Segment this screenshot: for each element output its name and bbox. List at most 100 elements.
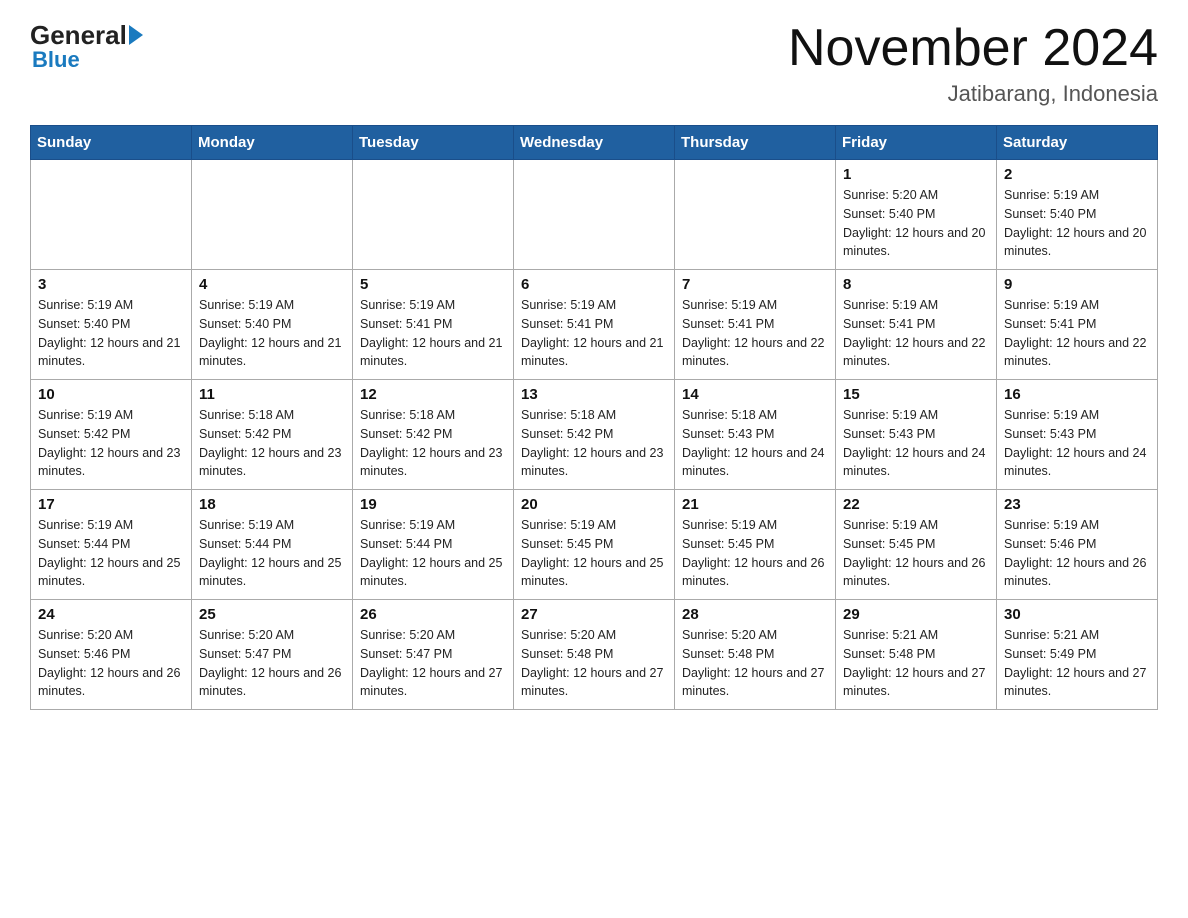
calendar-week-row: 24Sunrise: 5:20 AMSunset: 5:46 PMDayligh… <box>31 600 1158 710</box>
day-info: Sunrise: 5:19 AMSunset: 5:41 PMDaylight:… <box>360 296 506 371</box>
calendar-cell: 15Sunrise: 5:19 AMSunset: 5:43 PMDayligh… <box>836 380 997 490</box>
calendar-cell: 23Sunrise: 5:19 AMSunset: 5:46 PMDayligh… <box>997 490 1158 600</box>
calendar-cell: 17Sunrise: 5:19 AMSunset: 5:44 PMDayligh… <box>31 490 192 600</box>
day-number: 19 <box>360 496 506 513</box>
calendar-week-row: 17Sunrise: 5:19 AMSunset: 5:44 PMDayligh… <box>31 490 1158 600</box>
calendar-cell: 25 Sunrise: 5:20 AMSunset: 5:47 PMDayligh… <box>192 600 353 710</box>
calendar-week-row: 3Sunrise: 5:19 AMSunset: 5:40 PMDaylight… <box>31 270 1158 380</box>
logo-blue: Blue <box>32 47 80 73</box>
calendar-cell: 10 Sunrise: 5:19 AMSunset: 5:42 PMDayligh… <box>31 380 192 490</box>
calendar-week-row: 10 Sunrise: 5:19 AMSunset: 5:42 PMDayligh… <box>31 380 1158 490</box>
logo-arrow-icon <box>129 25 143 45</box>
calendar-subtitle: Jatibarang, Indonesia <box>788 81 1158 107</box>
day-info: Sunrise: 5:19 AMSunset: 5:40 PMDaylight:… <box>199 296 345 371</box>
day-info: Sunrise: 5:19 AMSunset: 5:44 PMDaylight:… <box>199 516 345 591</box>
title-area: November 2024 Jatibarang, Indonesia <box>788 20 1158 107</box>
day-info: Sunrise: 5:21 AMSunset: 5:49 PMDaylight:… <box>1004 626 1150 701</box>
calendar-cell: 19 Sunrise: 5:19 AMSunset: 5:44 PMDayligh… <box>353 490 514 600</box>
day-number: 5 <box>360 276 506 293</box>
day-info: Sunrise: 5:19 AMSunset: 5:40 PMDaylight:… <box>38 296 184 371</box>
calendar-cell: 21 Sunrise: 5:19 AMSunset: 5:45 PMDayligh… <box>675 490 836 600</box>
day-number: 14 <box>682 386 828 403</box>
calendar-cell: 12 Sunrise: 5:18 AMSunset: 5:42 PMDayligh… <box>353 380 514 490</box>
calendar-cell <box>514 160 675 270</box>
calendar-cell <box>31 160 192 270</box>
day-number: 26 <box>360 606 506 623</box>
day-number: 10 <box>38 386 184 403</box>
day-info: Sunrise: 5:20 AMSunset: 5:47 PMDaylight:… <box>199 626 345 701</box>
calendar-cell: 29 Sunrise: 5:21 AMSunset: 5:48 PMDayligh… <box>836 600 997 710</box>
calendar-cell: 6 Sunrise: 5:19 AMSunset: 5:41 PMDaylight… <box>514 270 675 380</box>
calendar-cell: 30 Sunrise: 5:21 AMSunset: 5:49 PMDayligh… <box>997 600 1158 710</box>
calendar-title: November 2024 <box>788 20 1158 77</box>
day-info: Sunrise: 5:18 AMSunset: 5:42 PMDaylight:… <box>199 406 345 481</box>
day-number: 11 <box>199 386 345 403</box>
day-info: Sunrise: 5:18 AMSunset: 5:43 PMDaylight:… <box>682 406 828 481</box>
day-number: 16 <box>1004 386 1150 403</box>
day-number: 30 <box>1004 606 1150 623</box>
day-header-friday: Friday <box>836 126 997 160</box>
day-info: Sunrise: 5:19 AMSunset: 5:41 PMDaylight:… <box>682 296 828 371</box>
day-number: 2 <box>1004 166 1150 183</box>
day-info: Sunrise: 5:19 AMSunset: 5:45 PMDaylight:… <box>682 516 828 591</box>
day-header-sunday: Sunday <box>31 126 192 160</box>
calendar-cell: 18 Sunrise: 5:19 AMSunset: 5:44 PMDayligh… <box>192 490 353 600</box>
day-info: Sunrise: 5:19 AMSunset: 5:42 PMDaylight:… <box>38 406 184 481</box>
calendar-cell: 28Sunrise: 5:20 AMSunset: 5:48 PMDayligh… <box>675 600 836 710</box>
day-number: 18 <box>199 496 345 513</box>
day-info: Sunrise: 5:19 AMSunset: 5:45 PMDaylight:… <box>843 516 989 591</box>
calendar-cell: 9 Sunrise: 5:19 AMSunset: 5:41 PMDaylight… <box>997 270 1158 380</box>
calendar-cell: 1Sunrise: 5:20 AMSunset: 5:40 PMDaylight… <box>836 160 997 270</box>
calendar-cell: 22 Sunrise: 5:19 AMSunset: 5:45 PMDayligh… <box>836 490 997 600</box>
calendar-cell: 16 Sunrise: 5:19 AMSunset: 5:43 PMDayligh… <box>997 380 1158 490</box>
day-info: Sunrise: 5:19 AMSunset: 5:44 PMDaylight:… <box>38 516 184 591</box>
day-info: Sunrise: 5:19 AMSunset: 5:45 PMDaylight:… <box>521 516 667 591</box>
calendar-cell <box>675 160 836 270</box>
day-info: Sunrise: 5:19 AMSunset: 5:41 PMDaylight:… <box>521 296 667 371</box>
calendar-cell: 7 Sunrise: 5:19 AMSunset: 5:41 PMDaylight… <box>675 270 836 380</box>
logo: General Blue <box>30 20 143 73</box>
day-header-saturday: Saturday <box>997 126 1158 160</box>
day-number: 6 <box>521 276 667 293</box>
day-number: 29 <box>843 606 989 623</box>
day-number: 21 <box>682 496 828 513</box>
calendar-body: 1Sunrise: 5:20 AMSunset: 5:40 PMDaylight… <box>31 160 1158 710</box>
calendar-cell: 2 Sunrise: 5:19 AMSunset: 5:40 PMDaylight… <box>997 160 1158 270</box>
day-number: 12 <box>360 386 506 403</box>
day-header-row: SundayMondayTuesdayWednesdayThursdayFrid… <box>31 126 1158 160</box>
day-number: 25 <box>199 606 345 623</box>
day-number: 9 <box>1004 276 1150 293</box>
day-header-monday: Monday <box>192 126 353 160</box>
day-info: Sunrise: 5:19 AMSunset: 5:43 PMDaylight:… <box>843 406 989 481</box>
day-info: Sunrise: 5:19 AMSunset: 5:43 PMDaylight:… <box>1004 406 1150 481</box>
day-info: Sunrise: 5:19 AMSunset: 5:41 PMDaylight:… <box>1004 296 1150 371</box>
calendar-week-row: 1Sunrise: 5:20 AMSunset: 5:40 PMDaylight… <box>31 160 1158 270</box>
day-number: 20 <box>521 496 667 513</box>
calendar-cell <box>192 160 353 270</box>
day-info: Sunrise: 5:20 AMSunset: 5:48 PMDaylight:… <box>521 626 667 701</box>
day-number: 8 <box>843 276 989 293</box>
day-info: Sunrise: 5:18 AMSunset: 5:42 PMDaylight:… <box>360 406 506 481</box>
calendar-cell: 13 Sunrise: 5:18 AMSunset: 5:42 PMDayligh… <box>514 380 675 490</box>
day-info: Sunrise: 5:19 AMSunset: 5:40 PMDaylight:… <box>1004 186 1150 261</box>
header-area: General Blue November 2024 Jatibarang, I… <box>30 20 1158 107</box>
day-number: 23 <box>1004 496 1150 513</box>
day-number: 13 <box>521 386 667 403</box>
day-info: Sunrise: 5:18 AMSunset: 5:42 PMDaylight:… <box>521 406 667 481</box>
calendar-cell: 26Sunrise: 5:20 AMSunset: 5:47 PMDayligh… <box>353 600 514 710</box>
calendar-header: SundayMondayTuesdayWednesdayThursdayFrid… <box>31 126 1158 160</box>
day-info: Sunrise: 5:19 AMSunset: 5:41 PMDaylight:… <box>843 296 989 371</box>
calendar-cell: 4Sunrise: 5:19 AMSunset: 5:40 PMDaylight… <box>192 270 353 380</box>
day-info: Sunrise: 5:19 AMSunset: 5:44 PMDaylight:… <box>360 516 506 591</box>
day-number: 28 <box>682 606 828 623</box>
day-number: 24 <box>38 606 184 623</box>
day-number: 1 <box>843 166 989 183</box>
day-info: Sunrise: 5:21 AMSunset: 5:48 PMDaylight:… <box>843 626 989 701</box>
day-number: 27 <box>521 606 667 623</box>
day-header-thursday: Thursday <box>675 126 836 160</box>
day-number: 22 <box>843 496 989 513</box>
calendar-cell: 8 Sunrise: 5:19 AMSunset: 5:41 PMDaylight… <box>836 270 997 380</box>
day-number: 7 <box>682 276 828 293</box>
calendar-cell: 3Sunrise: 5:19 AMSunset: 5:40 PMDaylight… <box>31 270 192 380</box>
calendar-cell: 20 Sunrise: 5:19 AMSunset: 5:45 PMDayligh… <box>514 490 675 600</box>
